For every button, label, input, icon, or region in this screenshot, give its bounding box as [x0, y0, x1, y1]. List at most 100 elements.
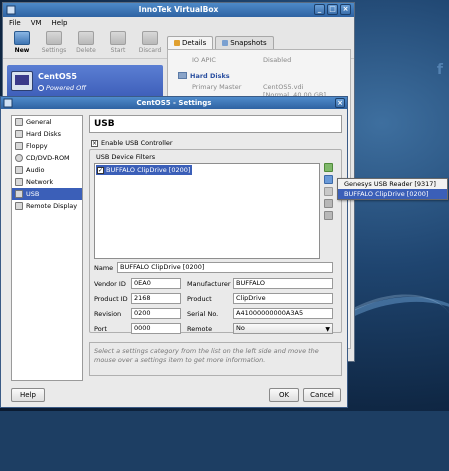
- page-title: USB: [89, 115, 342, 133]
- new-label: New: [14, 47, 30, 54]
- category-floppy[interactable]: Floppy: [12, 140, 82, 152]
- menu-file[interactable]: File: [9, 17, 21, 29]
- name-field[interactable]: BUFFALO ClipDrive [0200]: [117, 262, 333, 273]
- power-off-icon: [38, 85, 44, 91]
- manufacturer-field[interactable]: BUFFALO: [233, 278, 333, 289]
- primary-master-label: Primary Master: [192, 83, 242, 91]
- usb-icon: [15, 190, 23, 198]
- category-cd-dvd-rom[interactable]: CD/DVD-ROM: [12, 152, 82, 164]
- discard-button[interactable]: Discard: [137, 29, 163, 58]
- dialog-title-bar[interactable]: CentOS5 - Settings ×: [1, 97, 347, 109]
- category-label: CD/DVD-ROM: [26, 154, 70, 162]
- details-icon: [174, 40, 180, 46]
- general-icon: [15, 118, 23, 126]
- floppy-icon: [15, 142, 23, 150]
- list-item[interactable]: ✓ BUFFALO ClipDrive [0200]: [96, 165, 192, 175]
- settings-icon: [46, 31, 62, 45]
- category-label: Audio: [26, 166, 45, 174]
- hard-disks-heading[interactable]: Hard Disks: [178, 72, 230, 80]
- network-icon: [15, 178, 23, 186]
- menu-item-genesys[interactable]: Genesys USB Reader [9317]: [338, 179, 447, 189]
- dialog-menu-icon[interactable]: [3, 98, 13, 108]
- ok-button[interactable]: OK: [269, 388, 299, 402]
- usb-filter-list[interactable]: ✓ BUFFALO ClipDrive [0200]: [94, 163, 320, 259]
- add-from-device-icon[interactable]: [324, 175, 333, 184]
- vm-state-text: Powered Off: [46, 84, 86, 92]
- move-up-icon[interactable]: [324, 199, 333, 208]
- product-label: Product: [187, 295, 212, 303]
- delete-label: Delete: [76, 47, 96, 54]
- port-label: Port: [94, 325, 107, 333]
- snapshots-icon: [222, 40, 229, 46]
- centos-os-icon: [11, 71, 33, 91]
- category-label: Remote Display: [26, 202, 78, 210]
- revision-field[interactable]: 0200: [131, 308, 181, 319]
- vm-name: CentOS5: [38, 72, 77, 81]
- usb-filters-group-label: USB Device Filters: [95, 153, 157, 161]
- delete-button[interactable]: Delete: [73, 29, 99, 58]
- enable-usb-checkbox[interactable]: × Enable USB Controller: [91, 139, 173, 147]
- name-label: Name: [94, 264, 114, 272]
- main-title-bar[interactable]: InnoTek VirtualBox _ □ ×: [3, 3, 354, 17]
- category-audio[interactable]: Audio: [12, 164, 82, 176]
- start-button[interactable]: Start: [105, 29, 131, 58]
- details-tabs: Details Snapshots: [167, 36, 274, 49]
- wallpaper-logo: f: [436, 62, 443, 78]
- category-label: USB: [26, 190, 40, 198]
- tab-details[interactable]: Details: [167, 36, 214, 49]
- filter-action-buttons: [324, 163, 336, 223]
- settings-label: Settings: [41, 47, 67, 54]
- category-list: General Hard Disks Floppy CD/DVD-ROM Aud…: [11, 115, 83, 381]
- chevron-down-icon: ▼: [325, 326, 330, 333]
- menu-vm[interactable]: VM: [31, 17, 42, 29]
- start-icon: [110, 31, 126, 45]
- filter-label: BUFFALO ClipDrive [0200]: [106, 166, 191, 174]
- vm-state: Powered Off: [38, 84, 86, 92]
- remove-filter-icon[interactable]: [324, 187, 333, 196]
- product-id-field[interactable]: 2168: [131, 293, 181, 304]
- minimize-icon[interactable]: _: [314, 4, 325, 15]
- new-vm-icon: [14, 31, 30, 45]
- close-icon[interactable]: ×: [335, 98, 345, 108]
- window-menu-icon[interactable]: [6, 5, 16, 15]
- dialog-title: CentOS5 - Settings: [136, 99, 212, 107]
- remote-select-value: No: [236, 324, 245, 332]
- menu-help[interactable]: Help: [52, 17, 68, 29]
- enable-usb-label: Enable USB Controller: [101, 139, 173, 147]
- delete-icon: [78, 31, 94, 45]
- cancel-button[interactable]: Cancel: [303, 388, 341, 402]
- serial-field[interactable]: A41000000000A3A5: [233, 308, 333, 319]
- help-button[interactable]: Help: [11, 388, 45, 402]
- new-button[interactable]: New: [9, 29, 35, 58]
- product-field[interactable]: ClipDrive: [233, 293, 333, 304]
- menu-bar: File VM Help: [3, 17, 354, 29]
- settings-dialog: CentOS5 - Settings × General Hard Disks …: [0, 96, 348, 408]
- vendor-id-field[interactable]: 0EA0: [131, 278, 181, 289]
- hint-box: Select a settings category from the list…: [89, 342, 342, 376]
- settings-button[interactable]: Settings: [41, 29, 67, 58]
- filter-checkbox[interactable]: ✓: [97, 166, 104, 174]
- category-usb[interactable]: USB: [12, 188, 82, 200]
- category-remote-display[interactable]: Remote Display: [12, 200, 82, 212]
- hard-disks-heading-label: Hard Disks: [190, 72, 230, 80]
- tab-snapshots-label: Snapshots: [230, 39, 267, 47]
- discard-icon: [142, 31, 158, 45]
- primary-master-value: CentOS5.vdi: [263, 83, 304, 91]
- tab-snapshots[interactable]: Snapshots: [215, 36, 274, 49]
- add-filter-icon[interactable]: [324, 163, 333, 172]
- menu-item-buffalo[interactable]: BUFFALO ClipDrive [0200]: [338, 189, 447, 199]
- category-label: General: [26, 118, 52, 126]
- usb-device-popup-menu: Genesys USB Reader [9317] BUFFALO ClipDr…: [337, 178, 448, 200]
- close-icon[interactable]: ×: [340, 4, 351, 15]
- category-network[interactable]: Network: [12, 176, 82, 188]
- remote-select[interactable]: No ▼: [233, 323, 333, 334]
- category-hard-disks[interactable]: Hard Disks: [12, 128, 82, 140]
- cd-icon: [15, 154, 23, 162]
- category-general[interactable]: General: [12, 116, 82, 128]
- move-down-icon[interactable]: [324, 211, 333, 220]
- vm-list-item[interactable]: CentOS5 Powered Off: [7, 65, 163, 99]
- port-field[interactable]: 0000: [131, 323, 181, 334]
- remote-display-icon: [15, 202, 23, 210]
- revision-label: Revision: [94, 310, 122, 318]
- maximize-icon[interactable]: □: [327, 4, 338, 15]
